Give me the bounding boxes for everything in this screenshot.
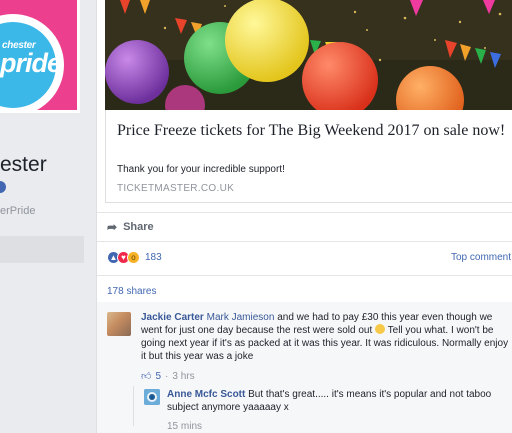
avatar[interactable] [107,312,131,336]
comment-text: Jackie Carter Mark Jamieson and we had t… [141,311,512,363]
festival-balloons-image [105,0,512,110]
divider [97,275,512,276]
comments-section: Jackie Carter Mark Jamieson and we had t… [97,302,512,433]
page-name[interactable]: ester [0,153,47,177]
left-nav-active-item[interactable] [0,236,84,263]
share-button[interactable]: ➦ Share [107,220,154,234]
comment-time[interactable]: 3 hrs [172,371,194,382]
link-description: Thank you for your incredible support! [117,164,285,175]
reply-time[interactable]: 15 mins [167,421,202,432]
avatar[interactable] [144,389,160,405]
comment-mention[interactable]: Mark Jamieson [207,312,275,323]
thumbs-up-icon: 👍︎ [141,371,152,382]
link-domain: TICKETMASTER.CO.UK [117,183,235,194]
divider [97,212,512,213]
emoji-icon [375,324,386,334]
top-comments-dropdown[interactable]: Top comment [451,252,511,263]
share-label: Share [123,221,154,233]
link-preview-image[interactable] [105,0,512,110]
left-column: chester pride ester erPride [0,0,92,433]
comment-like-count[interactable]: 5 [155,371,161,382]
link-preview-box[interactable]: Price Freeze tickets for The Big Weekend… [105,110,512,203]
share-arrow-icon: ➦ [107,220,118,234]
wow-reaction-icon: o [127,251,140,264]
reaction-count[interactable]: 183 [145,252,162,263]
reply-text: Anne Mcfc Scott But that's great..... it… [167,388,511,414]
club-badge-icon [144,389,160,405]
facebook-page-view: chester pride ester erPride Price Freeze… [0,0,512,433]
reply-thread-line [133,386,134,426]
comment-meta: 👍︎ 5 · 3 hrs [141,370,195,383]
profile-picture[interactable]: chester pride [0,0,80,113]
post-card: Price Freeze tickets for The Big Weekend… [96,0,512,433]
reply-author[interactable]: Anne Mcfc Scott [167,389,245,400]
verified-icon [0,181,6,193]
logo-main-text: pride [0,48,62,78]
comment-author[interactable]: Jackie Carter [141,312,204,323]
shares-count[interactable]: 178 shares [107,286,156,297]
divider [97,241,512,242]
page-handle[interactable]: erPride [0,205,35,217]
link-title[interactable]: Price Freeze tickets for The Big Weekend… [117,120,512,141]
reactions-summary[interactable]: ▲ ♥ o 183 [107,251,162,264]
